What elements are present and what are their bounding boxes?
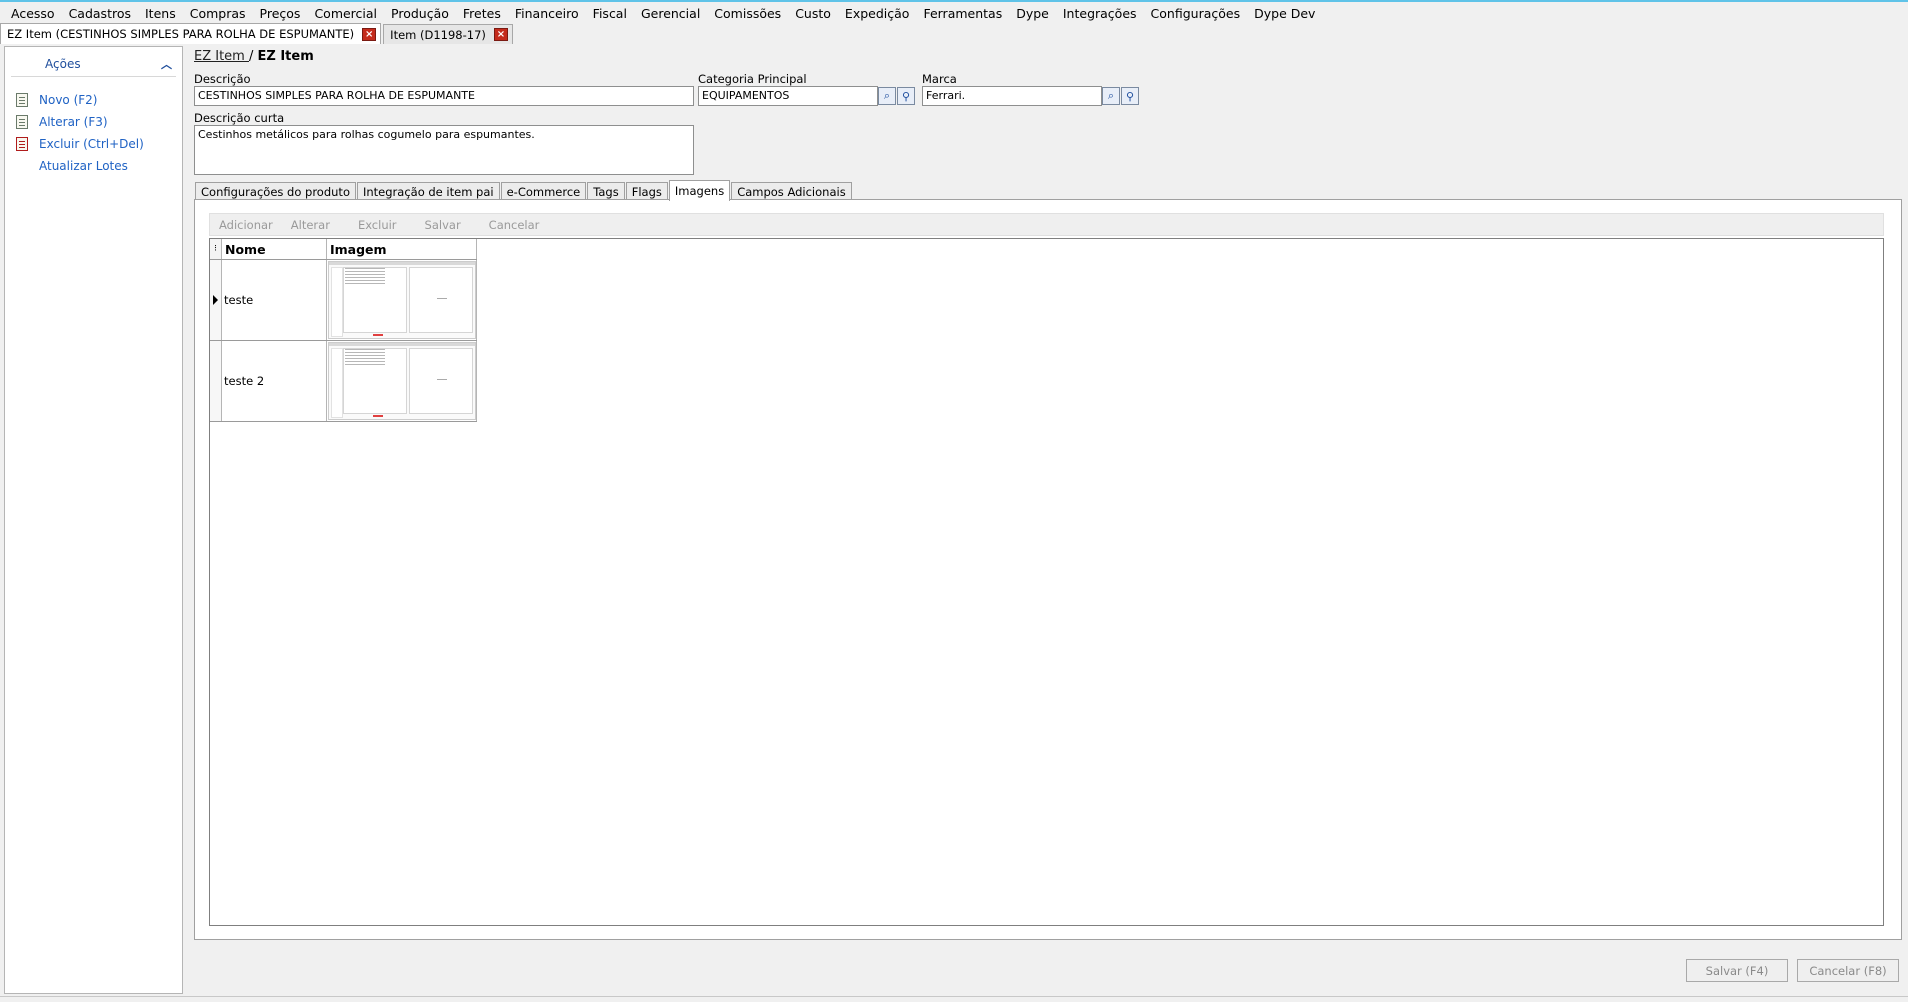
tab-campos-adicionais[interactable]: Campos Adicionais xyxy=(731,182,852,200)
close-icon[interactable]: × xyxy=(493,28,508,41)
descricao-curta-label: Descrição curta xyxy=(194,111,285,125)
action-label: Novo (F2) xyxy=(39,93,98,107)
tab-configuracoes-produto[interactable]: Configurações do produto xyxy=(195,182,356,200)
actions-list: Novo (F2) Alterar (F3) Excluir (Ctrl+Del… xyxy=(5,89,182,177)
marca-field[interactable]: Ferrari. xyxy=(922,86,1102,106)
tab-tags[interactable]: Tags xyxy=(587,182,625,200)
menu-fiscal[interactable]: Fiscal xyxy=(586,6,634,21)
images-table: ⁝ Nome Imagem teste teste 2 xyxy=(210,239,477,422)
tab-flags[interactable]: Flags xyxy=(625,182,668,200)
action-excluir[interactable]: Excluir (Ctrl+Del) xyxy=(5,133,182,155)
menu-fretes[interactable]: Fretes xyxy=(456,6,508,21)
image-thumbnail xyxy=(328,342,476,420)
menu-gerencial[interactable]: Gerencial xyxy=(634,6,707,21)
cell-imagem[interactable] xyxy=(327,341,477,421)
menu-itens[interactable]: Itens xyxy=(138,6,183,21)
edit-document-icon xyxy=(14,114,30,130)
action-alterar[interactable]: Alterar (F3) xyxy=(5,111,182,133)
row-indicator xyxy=(210,341,222,421)
document-icon xyxy=(14,92,30,108)
breadcrumb-link[interactable]: EZ Item xyxy=(194,49,249,64)
action-label: Excluir (Ctrl+Del) xyxy=(39,137,144,151)
doc-tab-ez-item[interactable]: EZ Item (CESTINHOS SIMPLES PARA ROLHA DE… xyxy=(0,23,382,44)
salvar-button[interactable]: Salvar xyxy=(422,218,464,232)
menu-integracoes[interactable]: Integrações xyxy=(1056,6,1144,21)
descricao-label: Descrição xyxy=(194,72,251,86)
breadcrumb-current: EZ Item xyxy=(257,49,314,64)
document-tabs: EZ Item (CESTINHOS SIMPLES PARA ROLHA DE… xyxy=(0,23,515,44)
actions-header[interactable]: Ações ︿ xyxy=(11,51,176,77)
status-bar xyxy=(0,996,1908,1002)
action-label: Atualizar Lotes xyxy=(39,159,128,173)
actions-panel: Ações ︿ Novo (F2) Alterar (F3) Excluir (… xyxy=(4,46,183,994)
table-row[interactable]: teste 2 xyxy=(210,341,477,422)
adicionar-button[interactable]: Adicionar xyxy=(216,218,276,232)
tab-integracao-item-pai[interactable]: Integração de item pai xyxy=(356,182,500,200)
column-header-imagem[interactable]: Imagem xyxy=(327,239,477,259)
menu-compras[interactable]: Compras xyxy=(183,6,253,21)
menu-acesso[interactable]: Acesso xyxy=(4,6,62,21)
menu-dype-dev[interactable]: Dype Dev xyxy=(1247,6,1322,21)
action-label: Alterar (F3) xyxy=(39,115,108,129)
menu-bar: Acesso Cadastros Itens Compras Preços Co… xyxy=(0,2,1908,24)
column-header-nome[interactable]: Nome xyxy=(222,239,327,259)
row-indicator xyxy=(210,260,222,340)
breadcrumb: EZ Item / EZ Item xyxy=(194,49,314,64)
grid-header: ⁝ Nome Imagem xyxy=(210,239,477,260)
marca-label: Marca xyxy=(922,72,957,86)
cell-imagem[interactable] xyxy=(327,260,477,340)
delete-document-icon xyxy=(14,136,30,152)
doc-tab-item[interactable]: Item (D1198-17) × xyxy=(383,24,513,44)
column-chooser-icon[interactable]: ⁝ xyxy=(210,239,222,259)
doc-tab-label: Item (D1198-17) xyxy=(390,27,486,42)
search-icon[interactable]: ⌕ xyxy=(878,87,896,105)
categoria-label: Categoria Principal xyxy=(698,72,807,86)
action-novo[interactable]: Novo (F2) xyxy=(5,89,182,111)
menu-ferramentas[interactable]: Ferramentas xyxy=(916,6,1009,21)
menu-configuracoes[interactable]: Configurações xyxy=(1144,6,1248,21)
close-icon[interactable]: × xyxy=(362,27,377,41)
table-row[interactable]: teste xyxy=(210,260,477,341)
descricao-curta-field[interactable]: Cestinhos metálicos para rolhas cogumelo… xyxy=(194,125,694,175)
menu-dype[interactable]: Dype xyxy=(1009,6,1056,21)
breadcrumb-separator: / xyxy=(248,49,258,64)
menu-comercial[interactable]: Comercial xyxy=(307,6,384,21)
actions-title: Ações xyxy=(45,56,81,71)
grid-toolbar: Adicionar Alterar Excluir Salvar Cancela… xyxy=(209,213,1884,236)
row-pointer-icon xyxy=(213,295,218,305)
menu-producao[interactable]: Produção xyxy=(384,6,456,21)
search-icon[interactable]: ⌕ xyxy=(1102,87,1120,105)
menu-comissoes[interactable]: Comissões xyxy=(707,6,788,21)
menu-custo[interactable]: Custo xyxy=(788,6,838,21)
doc-tab-label: EZ Item (CESTINHOS SIMPLES PARA ROLHA DE… xyxy=(7,27,355,41)
menu-expedicao[interactable]: Expedição xyxy=(838,6,917,21)
binoculars-icon[interactable]: ⚲ xyxy=(1121,87,1139,105)
imagens-panel: Adicionar Alterar Excluir Salvar Cancela… xyxy=(194,199,1902,940)
chevron-up-icon[interactable]: ︿ xyxy=(161,56,172,72)
cell-nome[interactable]: teste xyxy=(222,260,327,340)
cancel-button[interactable]: Cancelar (F8) xyxy=(1797,959,1899,982)
binoculars-icon[interactable]: ⚲ xyxy=(897,87,915,105)
image-thumbnail xyxy=(328,261,476,339)
tab-imagens[interactable]: Imagens xyxy=(668,180,731,201)
menu-precos[interactable]: Preços xyxy=(253,6,308,21)
categoria-field[interactable]: EQUIPAMENTOS xyxy=(698,86,878,106)
menu-financeiro[interactable]: Financeiro xyxy=(508,6,586,21)
action-atualizar-lotes[interactable]: Atualizar Lotes xyxy=(5,155,182,177)
menu-cadastros[interactable]: Cadastros xyxy=(62,6,138,21)
alterar-button[interactable]: Alterar xyxy=(288,218,333,232)
cancelar-button[interactable]: Cancelar xyxy=(486,218,543,232)
images-grid: ⁝ Nome Imagem teste teste 2 xyxy=(209,238,1884,926)
excluir-button[interactable]: Excluir xyxy=(355,218,400,232)
save-button[interactable]: Salvar (F4) xyxy=(1686,959,1788,982)
product-tabs: Configurações do produto Integração de i… xyxy=(195,180,853,201)
tab-e-commerce[interactable]: e-Commerce xyxy=(500,182,587,200)
descricao-field[interactable]: CESTINHOS SIMPLES PARA ROLHA DE ESPUMANT… xyxy=(194,86,694,106)
cell-nome[interactable]: teste 2 xyxy=(222,341,327,421)
